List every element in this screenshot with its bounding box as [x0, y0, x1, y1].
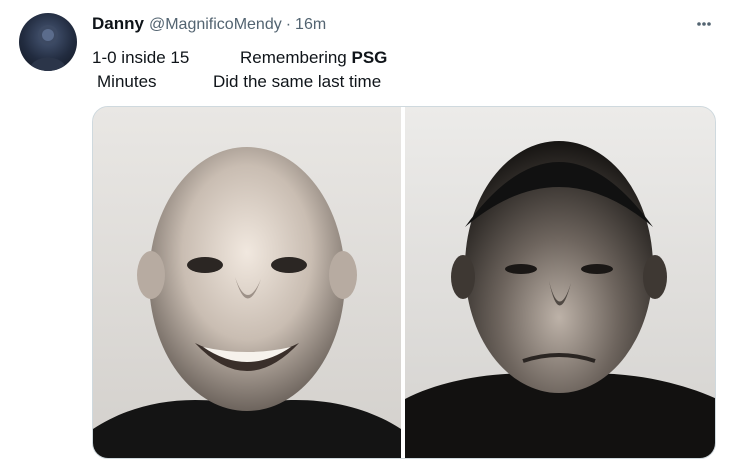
- tweet-media[interactable]: [92, 106, 716, 459]
- display-name[interactable]: Danny: [92, 14, 144, 34]
- user-handle[interactable]: @MagnificoMendy: [149, 16, 282, 34]
- tweet-text-remembering: Remembering: [240, 48, 352, 67]
- tweet-text-psg: PSG: [351, 48, 388, 67]
- tweet-text-line-1-right: Remembering PSG: [240, 48, 387, 68]
- timestamp[interactable]: 16m: [295, 16, 326, 34]
- tweet-text-line-2-left: Minutes: [97, 72, 157, 91]
- more-horizontal-icon[interactable]: [690, 14, 718, 34]
- photo-divider: [401, 107, 405, 458]
- tweet-card[interactable]: Danny @MagnificoMendy · 16m 1-0 inside 1…: [0, 0, 740, 471]
- tweet-text-line-2-right: Did the same last time: [213, 72, 382, 91]
- media-image: [93, 107, 715, 458]
- tweet-text-line-1-left: 1-0 inside 15: [92, 48, 190, 67]
- tweet-header: Danny @MagnificoMendy · 16m: [92, 14, 326, 36]
- avatar[interactable]: [19, 13, 77, 71]
- separator-dot: ·: [285, 16, 292, 33]
- avatar-image: [29, 25, 67, 71]
